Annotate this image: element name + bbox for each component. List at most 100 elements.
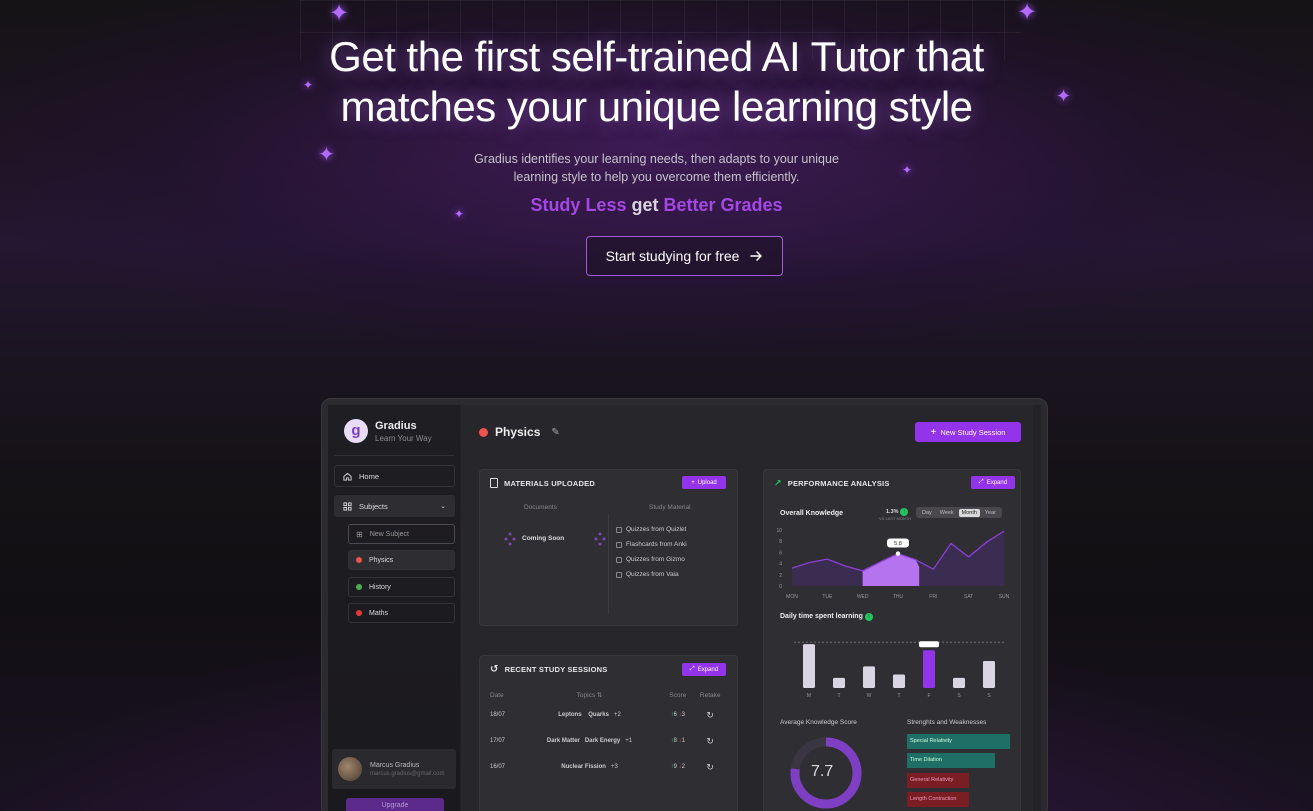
- sidebar-item-home[interactable]: Home: [334, 465, 455, 487]
- x-tick-label: SAT: [964, 594, 973, 600]
- topic-tag: Leptons: [558, 712, 582, 718]
- retake-icon[interactable]: ↻: [692, 728, 728, 754]
- overall-knowledge-label: Overall Knowledge: [780, 510, 844, 517]
- materials-card: MATERIALS UPLOADED + Upload Documents St…: [479, 469, 738, 626]
- list-item[interactable]: Quizzes from Vaia: [616, 567, 687, 582]
- new-subject-label: New Subject: [369, 530, 409, 538]
- session-score: ↑8 ↓1: [663, 728, 692, 754]
- retake-icon[interactable]: ↻: [692, 754, 728, 780]
- gradius-logo: g: [344, 419, 368, 443]
- score-down: 3: [681, 712, 685, 718]
- list-item[interactable]: Quizzes from Gizmo: [616, 552, 687, 567]
- sparkle-icon: ✦: [1017, 0, 1038, 26]
- brand: g Gradius Learn Your Way: [344, 419, 432, 443]
- study-material-header: Study Material: [649, 504, 691, 511]
- session-score: ↑6 ↓3: [663, 702, 692, 728]
- score-down: 1: [681, 738, 685, 744]
- checkbox-icon: [616, 526, 622, 533]
- upgrade-label: Upgrade: [381, 802, 409, 809]
- sidebar-item-label: Home: [359, 471, 380, 481]
- range-year[interactable]: Year: [982, 509, 999, 517]
- upgrade-button[interactable]: Upgrade: [346, 798, 444, 811]
- user-profile[interactable]: Marcus Gradius marcus.gradius@gmail.com: [332, 749, 456, 789]
- session-date: 18/07: [490, 712, 506, 718]
- hero-title-line2: matches your unique learning style: [340, 83, 973, 130]
- subject-label: Maths: [369, 609, 389, 617]
- sidebar-item-subjects[interactable]: Subjects ⌄: [334, 495, 455, 517]
- coming-soon-label: Coming Soon: [522, 535, 565, 542]
- x-tick-label: SUN: [999, 594, 1010, 600]
- x-tick-label: WED: [857, 594, 869, 600]
- expand-icon: ⤢: [978, 479, 984, 485]
- score-up: 9: [673, 764, 677, 770]
- strength-bar: Special Relativity: [907, 734, 1010, 749]
- avatar: [338, 757, 362, 781]
- pencil-icon[interactable]: ✎: [551, 427, 559, 438]
- range-selector: Day Week Month Year: [916, 507, 1002, 518]
- topic-tag: Dark Matter: [546, 738, 580, 744]
- tagline-better-grades: Better Grades: [663, 195, 783, 215]
- performance-expand-button[interactable]: ⤢ Expand: [971, 476, 1015, 489]
- bar: [893, 674, 905, 688]
- tablet-icon: [490, 478, 498, 488]
- avg-score-value: 7.7: [811, 763, 834, 780]
- performance-title: ↗ PERFORMANCE ANALYSIS: [774, 478, 890, 489]
- y-tick-label: 6: [779, 550, 782, 556]
- more-topics-count: +3: [610, 764, 618, 770]
- weakness-bar: General Relativity: [907, 773, 969, 788]
- subject-color-dot: [356, 584, 362, 590]
- history-icon: ↺: [490, 664, 499, 675]
- table-row: 18/07 Leptons Quarks +2 ↑6 ↓3 ↻: [490, 702, 728, 728]
- retake-icon[interactable]: ↻: [692, 702, 728, 728]
- y-tick-label: 0: [779, 584, 782, 590]
- start-studying-button[interactable]: Start studying for free: [586, 236, 783, 276]
- list-item[interactable]: Flashcards from Anki: [616, 537, 687, 552]
- strength-bar: Time Dilation: [907, 753, 995, 768]
- score-up: 8: [673, 738, 677, 744]
- y-tick-label: 4: [779, 562, 782, 568]
- upload-button[interactable]: + Upload: [682, 476, 726, 489]
- checkbox-icon: [616, 541, 622, 548]
- tagline: Study Less get Better Grades: [0, 195, 1313, 216]
- y-tick-label: 10: [776, 528, 782, 534]
- session-topics: Nuclear Fission +3: [516, 754, 663, 780]
- more-topics-count: +2: [613, 712, 621, 718]
- main-panel: Physics ✎ + New Study Session MATERIALS …: [461, 405, 1033, 811]
- column-header: Date: [490, 691, 504, 699]
- range-day[interactable]: Day: [919, 509, 935, 517]
- home-icon: [343, 472, 352, 481]
- expand-label: Expand: [697, 666, 719, 673]
- overall-change-value: 1.3%: [886, 509, 899, 515]
- new-study-session-button[interactable]: + New Study Session: [915, 422, 1021, 442]
- documents-header: Documents: [524, 504, 557, 511]
- material-label: Quizzes from Vaia: [626, 571, 679, 578]
- topics-header-label: Topics: [576, 692, 596, 699]
- sort-icon[interactable]: ⇅: [597, 692, 602, 699]
- sidebar-subject-physics[interactable]: Physics: [348, 550, 455, 570]
- daily-time-label: Daily time spent learning ↑: [780, 613, 873, 621]
- subject-label: History: [369, 583, 391, 591]
- overall-caption: VS LAST MONTH: [879, 516, 912, 521]
- range-week[interactable]: Week: [937, 509, 957, 517]
- sidebar-subject-history[interactable]: History: [348, 577, 455, 597]
- sessions-table: Date Topics ⇅ Score Retake 18/07 Leptons…: [490, 688, 728, 780]
- study-material-list: Quizzes from Quizlet Flashcards from Ank…: [616, 522, 687, 582]
- bar: [983, 661, 995, 688]
- tagline-get: get: [631, 195, 659, 215]
- range-month[interactable]: Month: [958, 508, 980, 517]
- sparkle-icon: ✦: [329, 0, 350, 27]
- sessions-expand-button[interactable]: ⤢ Expand: [682, 663, 726, 676]
- weakness-bar: Length Contraction: [907, 792, 969, 807]
- list-item[interactable]: Quizzes from Quizlet: [616, 522, 687, 537]
- sidebar-subject-maths[interactable]: Maths: [348, 603, 455, 623]
- session-topics: Leptons Quarks +2: [516, 702, 663, 728]
- avg-score-label: Average Knowledge Score: [780, 719, 857, 726]
- y-tick-label: 2: [779, 573, 782, 579]
- x-tick-label: FRI: [929, 594, 937, 600]
- subject-header: Physics ✎: [479, 425, 560, 439]
- material-label: Quizzes from Gizmo: [626, 556, 685, 563]
- trend-up-icon: ↗: [774, 478, 782, 488]
- x-tick-label: M: [807, 693, 811, 698]
- new-subject-button[interactable]: ⊞ New Subject: [348, 524, 455, 544]
- plus-icon: +: [930, 426, 937, 438]
